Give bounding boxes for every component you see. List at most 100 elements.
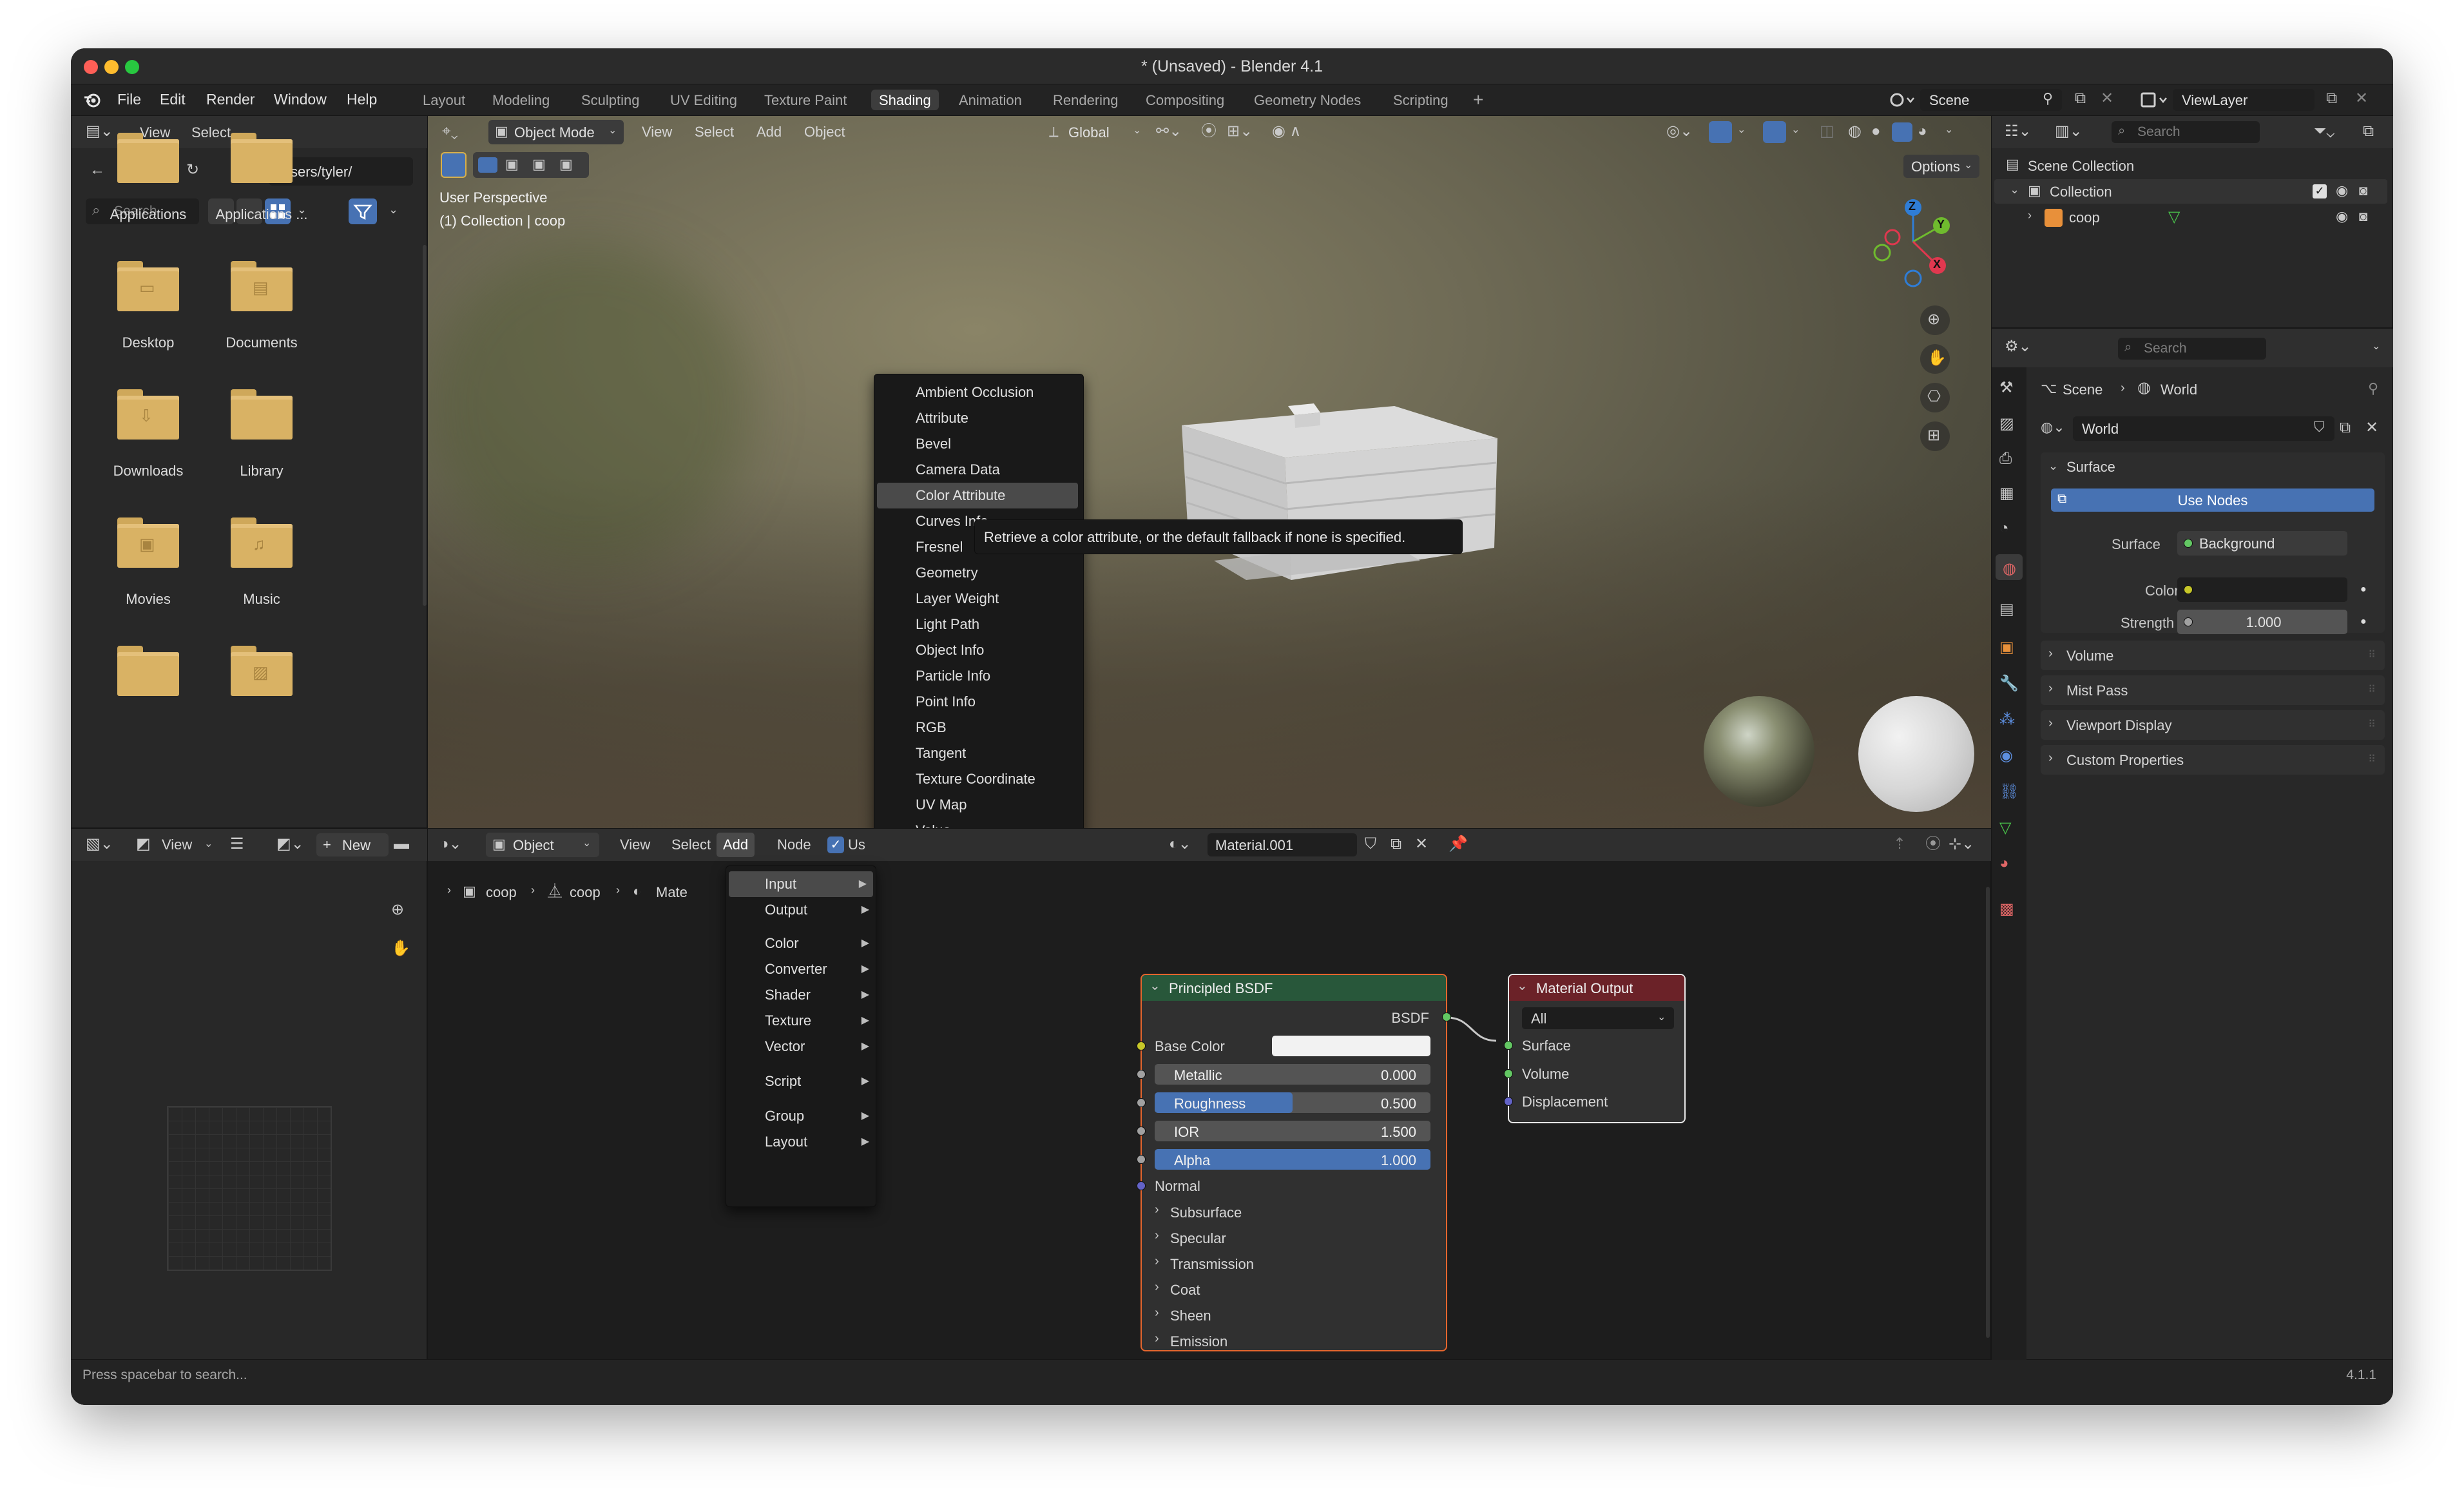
coop-3d-object[interactable] — [1175, 387, 1510, 606]
add-menu-item-output[interactable]: Output ▶ — [726, 897, 876, 923]
tool-tab-icon[interactable]: ⚒ — [1999, 380, 2014, 396]
snap-icon[interactable]: ⦿ — [1201, 124, 1217, 139]
menu-edit[interactable]: Edit — [160, 91, 186, 108]
navigation-gizmo[interactable]: Z Y X — [1868, 193, 1958, 290]
folder-item[interactable]: ▭ Desktop — [93, 261, 203, 358]
output-tab-icon[interactable]: ⎙ — [1999, 451, 2012, 467]
overlays-toggle-icon[interactable] — [1763, 121, 1786, 143]
pivot-point-icon[interactable]: ⚯⌄ — [1156, 124, 1182, 139]
value-input-socket[interactable] — [1137, 1155, 1146, 1164]
node-header[interactable]: ⌄ Material Output — [1509, 975, 1684, 1001]
select-subtract-icon[interactable]: ▣ — [532, 157, 546, 171]
selection-mode-buttons[interactable]: ▣ ▣ ▣ — [473, 152, 589, 178]
zoom-view-icon[interactable]: ⊕ — [1920, 305, 1950, 335]
panel-volume[interactable]: › Volume ⠿ — [2041, 641, 2385, 670]
hamburger-menu-icon[interactable]: ☰ — [230, 837, 244, 852]
folder-item[interactable]: Applications — [93, 133, 203, 229]
select-extend-icon[interactable]: ▣ — [505, 157, 519, 171]
chevron-down-icon[interactable]: ⌄ — [1150, 980, 1160, 992]
filter-icon[interactable]: ⏷⌄ — [2314, 124, 2334, 139]
texture-tab-icon[interactable]: ▩ — [1999, 900, 2014, 918]
modifiers-tab-icon[interactable]: 🔧 — [1999, 674, 2019, 693]
chevron-right-icon[interactable]: › — [2028, 209, 2032, 221]
outliner-scene-collection[interactable]: Scene Collection — [2028, 158, 2134, 175]
viewport-menu-object[interactable]: Object — [804, 124, 845, 140]
panel-sheen[interactable]: › Sheen — [1155, 1304, 1425, 1327]
physics-tab-icon[interactable]: ◉ — [1999, 746, 2013, 765]
base-color-swatch[interactable] — [1272, 1036, 1430, 1056]
input-menu-item[interactable]: Ambient Occlusion — [874, 380, 1083, 405]
tab-sculpting[interactable]: Sculpting — [573, 90, 648, 110]
menu-render[interactable]: Render — [206, 91, 255, 108]
delete-scene-icon[interactable]: ✕ — [2101, 91, 2113, 106]
eye-icon[interactable]: ◉ — [2336, 209, 2348, 224]
mesh-data-icon[interactable]: ▽ — [2168, 208, 2180, 226]
image-view-mode-icon[interactable]: ◩ — [136, 837, 151, 852]
value-input-socket[interactable] — [1137, 1098, 1146, 1107]
tab-texture-paint[interactable]: Texture Paint — [756, 90, 854, 110]
view-layer-field[interactable]: ViewLayer — [2173, 89, 2315, 111]
slider-ior[interactable]: IOR 1.500 — [1155, 1121, 1430, 1141]
menu-file[interactable]: File — [117, 91, 141, 108]
input-menu-item[interactable]: Texture Coordinate — [874, 766, 1083, 792]
new-scene-icon[interactable]: ⧉ — [2075, 91, 2086, 106]
chevron-down-icon[interactable]: ⌄ — [1791, 125, 1800, 135]
world-tab-icon[interactable]: ◍ — [1996, 554, 2023, 580]
panel-specular[interactable]: › Specular — [1155, 1226, 1425, 1250]
menu-window[interactable]: Window — [274, 91, 327, 108]
tab-shading[interactable]: Shading — [871, 90, 939, 110]
outliner-row-collection[interactable]: ⌄ ▣ Collection ✓ ◉ ◙ — [1994, 179, 2387, 204]
scene-name-field[interactable]: Scene ⚲ — [1920, 89, 2062, 111]
fake-user-shield-icon[interactable]: ⛉ — [2314, 420, 2325, 434]
chevron-down-icon[interactable]: ⌄ — [1945, 125, 1953, 135]
collection-tab-icon[interactable]: ▤ — [1999, 602, 2014, 617]
input-menu-item[interactable]: Bevel — [874, 431, 1083, 457]
panel-emission[interactable]: › Emission — [1155, 1330, 1425, 1353]
tab-scripting[interactable]: Scripting — [1385, 90, 1456, 110]
world-browse-icon[interactable]: ◍⌄ — [2041, 420, 2065, 434]
viewport-menu-select[interactable]: Select — [695, 124, 734, 140]
mode-dropdown[interactable]: ▣ Object Mode ⌄ — [488, 120, 624, 144]
folder-item[interactable]: ⇩ Downloads — [93, 389, 203, 486]
tab-layout[interactable]: Layout — [415, 90, 473, 110]
value-input-socket[interactable] — [1137, 1127, 1146, 1136]
input-menu-item[interactable]: Object Info — [874, 637, 1083, 663]
render-tab-icon[interactable]: ▨ — [1999, 416, 2014, 432]
slider-roughness[interactable]: Roughness 0.500 — [1155, 1092, 1430, 1113]
tab-uv-editing[interactable]: UV Editing — [662, 90, 745, 110]
principled-bsdf-node[interactable]: ⌄ Principled BSDF BSDF Base Color Normal… — [1137, 974, 1451, 1353]
displacement-input-socket[interactable] — [1504, 1097, 1513, 1106]
duplicate-world-icon[interactable]: ⧉ — [2340, 420, 2351, 436]
drag-handle-icon[interactable]: ⠿ — [2368, 753, 2376, 766]
options-dropdown[interactable]: Options ⌄ — [1903, 155, 1979, 178]
select-tool-icon[interactable] — [441, 152, 467, 178]
view-layer-browse-icon[interactable] — [2139, 90, 2169, 110]
world-name-field[interactable]: World ⛉ — [2073, 416, 2334, 441]
drag-handle-icon[interactable]: ⠿ — [2368, 683, 2376, 696]
volume-input-socket[interactable] — [1504, 1069, 1513, 1078]
image-editor-menu-view[interactable]: View — [162, 837, 192, 853]
surface-input-socket[interactable] — [1504, 1041, 1513, 1050]
add-menu-item-script[interactable]: Script ▶ — [726, 1069, 876, 1094]
wireframe-shading-icon[interactable]: ◍ — [1848, 124, 1862, 139]
viewport-menu-add[interactable]: Add — [756, 124, 782, 140]
filter-chevron-icon[interactable]: ⌄ — [389, 204, 398, 215]
panel-subsurface[interactable]: › Subsurface — [1155, 1201, 1425, 1224]
slider-alpha[interactable]: Alpha 1.000 — [1155, 1149, 1430, 1170]
perspective-toggle-icon[interactable]: ⊞ — [1920, 421, 1950, 451]
input-menu-item[interactable]: Layer Weight — [874, 586, 1083, 612]
folder-item[interactable]: ▣ Movies — [93, 517, 203, 614]
input-menu-item[interactable]: Tangent — [874, 740, 1083, 766]
new-collection-icon[interactable]: ⧉ — [2363, 124, 2374, 139]
constraints-tab-icon[interactable]: ⛓ — [1999, 782, 2019, 801]
material-tab-icon[interactable]: ◕ — [1999, 855, 2009, 873]
properties-breadcrumb-scene[interactable]: Scene — [2063, 382, 2103, 398]
blender-logo-icon[interactable] — [82, 90, 102, 110]
camera-view-icon[interactable]: ⎔ — [1920, 383, 1950, 412]
unlink-world-icon[interactable]: ✕ — [2365, 420, 2378, 436]
xray-icon[interactable]: ◫ — [1820, 124, 1834, 139]
gizmo-toggle-icon[interactable] — [1709, 121, 1732, 143]
folder-item[interactable]: ▤ Documents — [207, 261, 316, 358]
empty-image-canvas[interactable] — [167, 1106, 332, 1271]
world-color-field[interactable] — [2177, 577, 2347, 602]
